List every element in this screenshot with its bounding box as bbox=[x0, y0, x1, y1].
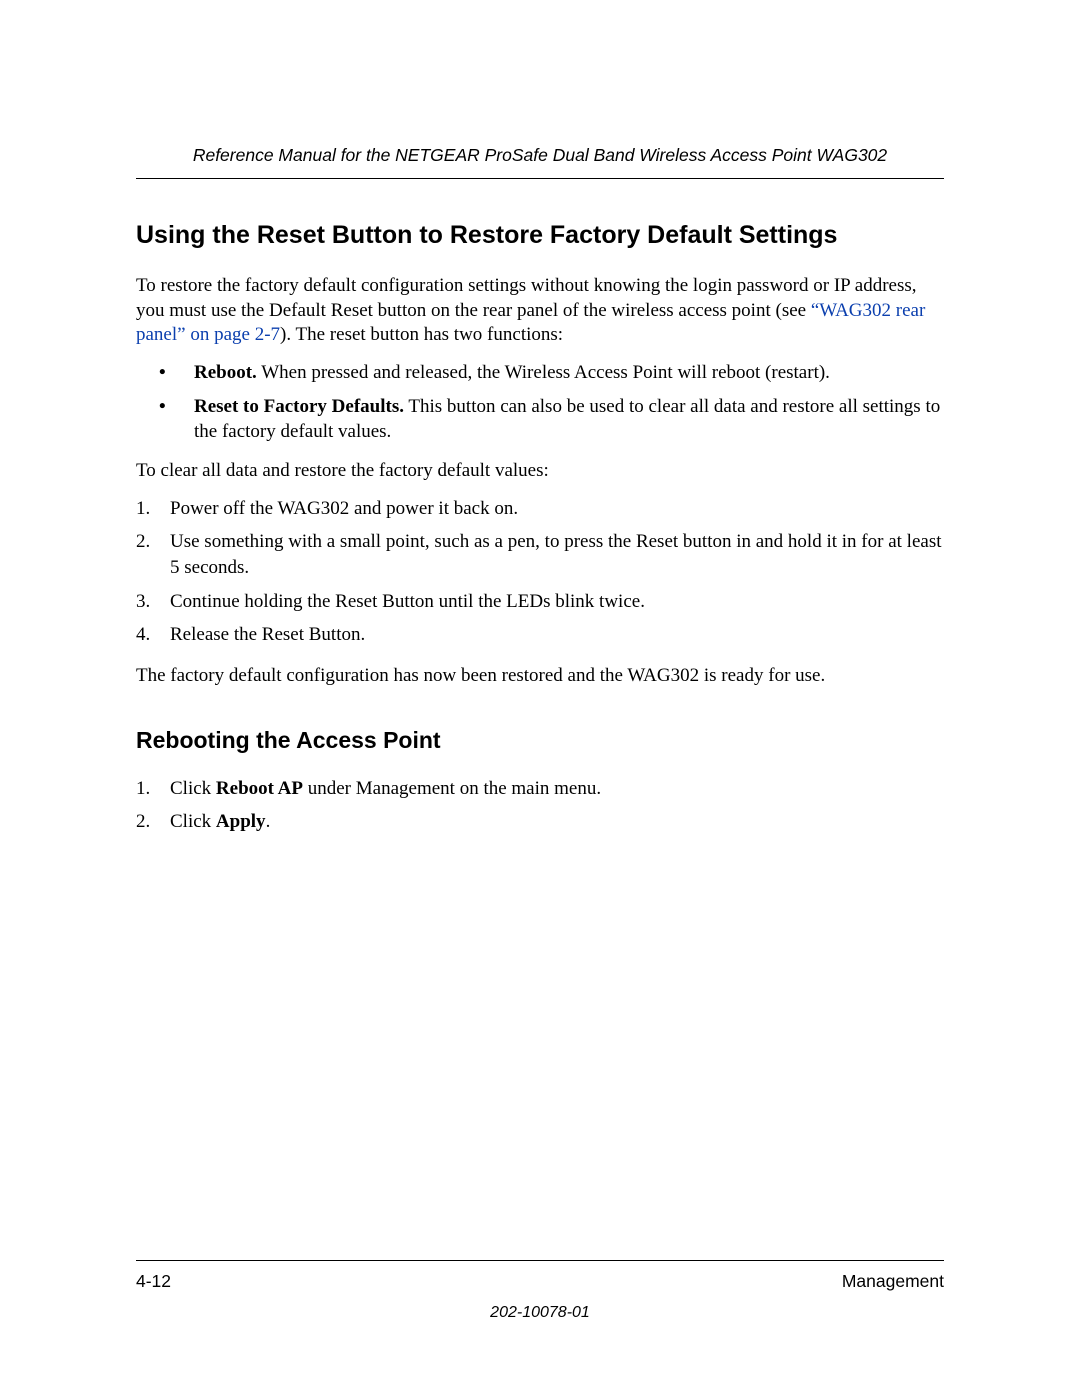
step-text-post: under Management on the main menu. bbox=[303, 778, 601, 799]
step-text-bold: Apply bbox=[216, 811, 266, 832]
step-text-bold: Reboot AP bbox=[216, 778, 303, 799]
reboot-steps-list: Click Reboot AP under Management on the … bbox=[136, 776, 944, 835]
page-footer: 4-12 Management 202-10078-01 bbox=[136, 1260, 944, 1322]
running-header: Reference Manual for the NETGEAR ProSafe… bbox=[136, 145, 944, 179]
clear-intro: To clear all data and restore the factor… bbox=[136, 459, 944, 484]
bullet-item-reboot: Reboot. When pressed and released, the W… bbox=[136, 360, 944, 386]
conclusion-paragraph: The factory default configuration has no… bbox=[136, 664, 944, 689]
function-bullet-list: Reboot. When pressed and released, the W… bbox=[136, 360, 944, 445]
footer-row: 4-12 Management bbox=[136, 1261, 944, 1292]
page-number: 4-12 bbox=[136, 1271, 171, 1292]
intro-text-part1: To restore the factory default configura… bbox=[136, 275, 917, 321]
clear-steps-list: Power off the WAG302 and power it back o… bbox=[136, 496, 944, 648]
step-text-pre: Click bbox=[170, 811, 216, 832]
step-item: Click Apply. bbox=[136, 809, 944, 835]
step-item: Release the Reset Button. bbox=[136, 622, 944, 648]
step-item: Continue holding the Reset Button until … bbox=[136, 589, 944, 615]
step-text-post: . bbox=[266, 811, 271, 832]
bullet-text: When pressed and released, the Wireless … bbox=[257, 362, 830, 383]
bullet-label: Reset to Factory Defaults. bbox=[194, 396, 404, 417]
document-page: Reference Manual for the NETGEAR ProSafe… bbox=[0, 0, 1080, 1397]
intro-text-part2: ). The reset button has two functions: bbox=[280, 324, 563, 345]
section-heading-reset-button: Using the Reset Button to Restore Factor… bbox=[136, 221, 944, 250]
bullet-item-reset-defaults: Reset to Factory Defaults. This button c… bbox=[136, 394, 944, 445]
intro-paragraph: To restore the factory default configura… bbox=[136, 274, 944, 348]
footer-docnum: 202-10078-01 bbox=[136, 1304, 944, 1322]
footer-section-label: Management bbox=[842, 1271, 944, 1292]
bullet-label: Reboot. bbox=[194, 362, 257, 383]
step-item: Power off the WAG302 and power it back o… bbox=[136, 496, 944, 522]
step-text-pre: Click bbox=[170, 778, 216, 799]
step-item: Use something with a small point, such a… bbox=[136, 529, 944, 580]
subsection-heading-rebooting: Rebooting the Access Point bbox=[136, 727, 944, 754]
step-item: Click Reboot AP under Management on the … bbox=[136, 776, 944, 802]
